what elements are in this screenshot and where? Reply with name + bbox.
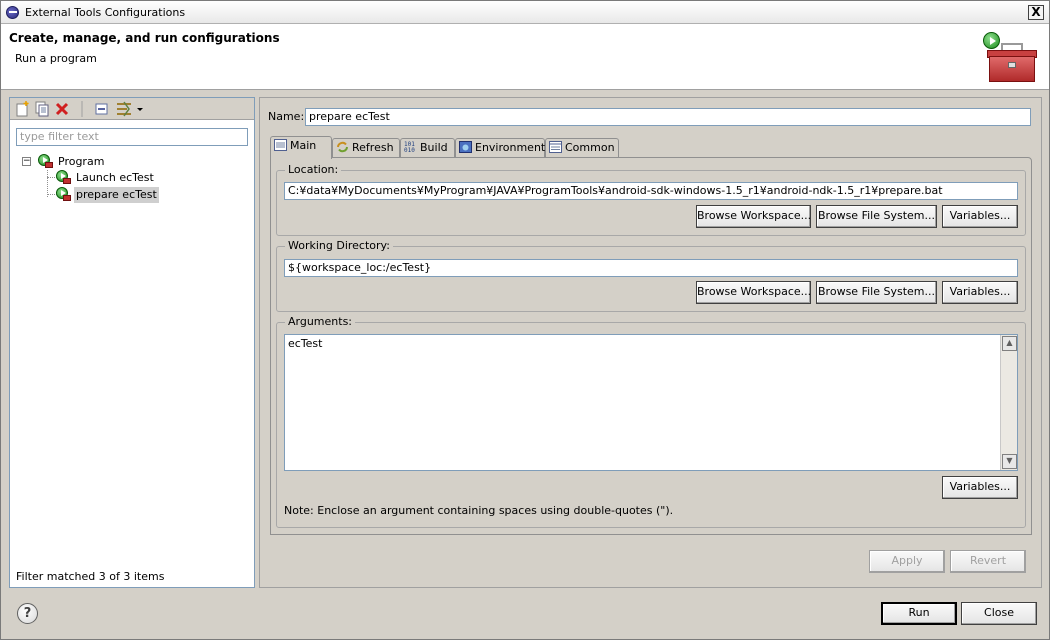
run-badge-icon [983,32,1000,49]
program-icon [56,187,71,202]
collapse-all-icon[interactable] [94,101,110,117]
window-title: External Tools Configurations [25,6,186,19]
help-icon[interactable]: ? [17,603,38,624]
tab-label: Build [420,141,448,154]
tab-label: Environment [475,141,546,154]
collapse-toggle-icon[interactable]: − [22,157,31,166]
header-subtitle: Run a program [15,52,97,65]
location-input[interactable]: C:¥data¥MyDocuments¥MyProgram¥JAVA¥Progr… [284,182,1018,200]
tab-label: Main [290,139,317,152]
common-tab-icon [549,141,562,153]
tab-label: Refresh [352,141,394,154]
close-button[interactable]: Close [961,602,1037,625]
main-tab-panel: Location: C:¥data¥MyDocuments¥MyProgram¥… [270,157,1032,535]
location-variables-button[interactable]: Variables... [942,205,1018,228]
working-directory-group: Working Directory: ${workspace_loc:/ecTe… [276,239,1026,312]
wd-browse-file-system-button[interactable]: Browse File System... [816,281,937,304]
header-title: Create, manage, and run configurations [9,31,280,45]
eclipse-icon [6,6,19,19]
configurations-pane: type filter text − Program Launch ecTest… [9,97,255,588]
location-group: Location: C:¥data¥MyDocuments¥MyProgram¥… [276,163,1026,236]
tree-node-label: Launch ecTest [76,171,154,184]
scroll-down-icon[interactable]: ▼ [1002,454,1017,469]
delete-icon[interactable] [54,101,70,117]
run-button[interactable]: Run [881,602,957,625]
name-label: Name: [268,110,305,123]
duplicate-icon[interactable] [34,101,50,117]
filter-input[interactable]: type filter text [16,128,248,146]
tab-strip: Main Refresh 010 101 Build Environment Com… [270,136,1032,159]
tab-refresh[interactable]: Refresh [332,138,400,158]
apply-button[interactable]: Apply [869,550,945,573]
tab-main[interactable]: Main [270,136,332,159]
new-config-icon[interactable] [14,101,30,117]
program-icon [56,170,71,185]
dialog-header: Create, manage, and run configurations R… [1,24,1049,90]
working-directory-input[interactable]: ${workspace_loc:/ecTest} [284,259,1018,277]
close-window-button[interactable]: X [1028,5,1044,20]
scroll-up-icon[interactable]: ▲ [1002,336,1017,351]
working-directory-label: Working Directory: [285,239,393,252]
arguments-textarea[interactable]: ecTest ▲ ▼ [284,334,1018,471]
location-label: Location: [285,163,342,176]
svg-text:101: 101 [404,141,415,148]
tab-common[interactable]: Common [545,138,619,158]
tab-build[interactable]: 010 101 Build [400,138,455,158]
filter-status: Filter matched 3 of 3 items [16,570,165,583]
arguments-label: Arguments: [285,315,356,328]
wd-browse-workspace-button[interactable]: Browse Workspace... [696,281,811,304]
tab-environment[interactable]: Environment [455,138,545,158]
dialog-window: External Tools Configurations X Create, … [0,0,1050,640]
tree-node-label: prepare ecTest [74,187,159,203]
filter-icon[interactable] [116,101,132,117]
main-tab-icon [274,139,287,151]
location-browse-file-system-button[interactable]: Browse File System... [816,205,937,228]
environment-tab-icon [459,141,472,153]
title-bar[interactable]: External Tools Configurations X [1,1,1049,24]
arguments-variables-button[interactable]: Variables... [942,476,1018,499]
wd-variables-button[interactable]: Variables... [942,281,1018,304]
name-input[interactable]: prepare ecTest [305,108,1031,126]
location-browse-workspace-button[interactable]: Browse Workspace... [696,205,811,228]
program-icon [38,154,53,169]
arguments-text: ecTest [288,337,323,350]
configurations-toolbar [10,98,254,120]
build-tab-icon: 010101 [404,141,415,153]
dropdown-icon[interactable] [135,101,151,117]
refresh-tab-icon [337,141,348,153]
tab-label: Common [565,141,615,154]
tree-node-label: Program [58,155,105,168]
arguments-scrollbar[interactable]: ▲ ▼ [1000,335,1017,470]
revert-button[interactable]: Revert [950,550,1026,573]
configuration-editor: Name: prepare ecTest Main Refresh 010 101… [259,97,1042,588]
arguments-group: Arguments: ecTest ▲ ▼ Variables... Note:… [276,315,1026,528]
arguments-note: Note: Enclose an argument containing spa… [284,504,674,517]
toolbox-icon [983,32,1041,86]
